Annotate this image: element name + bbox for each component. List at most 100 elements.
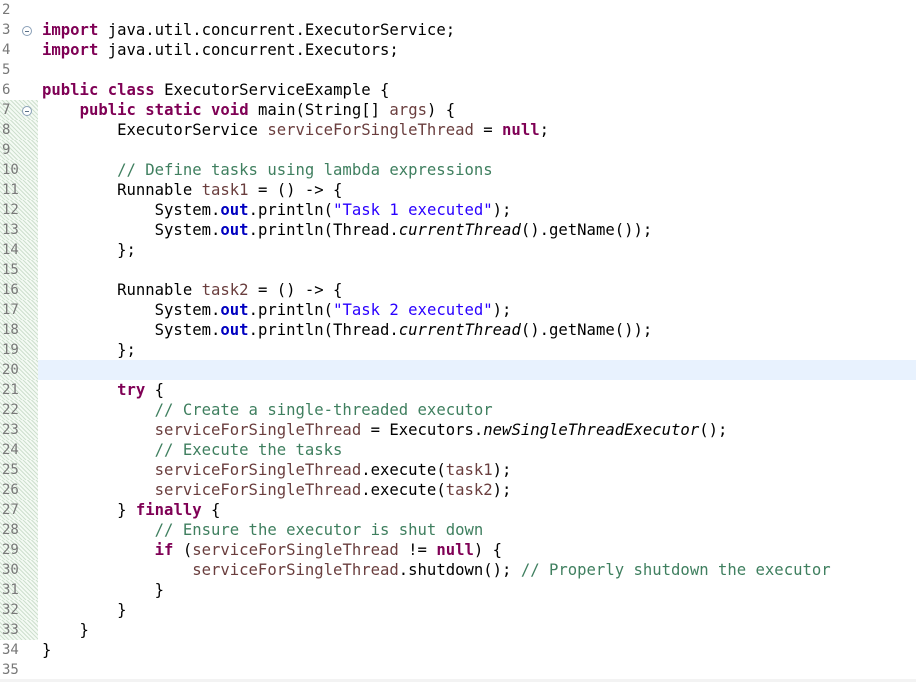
code-line[interactable]: 28 // Ensure the executor is shut down (0, 520, 916, 540)
code-text: import java.util.concurrent.Executors; (42, 41, 399, 59)
line-number: 34 (2, 642, 19, 658)
line-number-gutter: 23 (0, 420, 38, 440)
line-number: 10 (2, 162, 19, 178)
code-line[interactable]: 31 } (0, 580, 916, 600)
line-number: 18 (2, 322, 19, 338)
code-text: // Execute the tasks (154, 441, 343, 459)
code-line[interactable]: 29 if (serviceForSingleThread != null) { (0, 540, 916, 560)
line-number: 14 (2, 242, 19, 258)
code-text: serviceForSingleThread = Executors.newSi… (154, 421, 728, 439)
code-line[interactable]: 10 // Define tasks using lambda expressi… (0, 160, 916, 180)
line-number-gutter: 13 (0, 220, 38, 240)
code-text: serviceForSingleThread.shutdown(); // Pr… (192, 561, 831, 579)
line-number: 30 (2, 562, 19, 578)
code-text: if (serviceForSingleThread != null) { (154, 541, 503, 559)
line-number-gutter: 14 (0, 240, 38, 260)
code-line[interactable]: 18 System.out.println(Thread.currentThre… (0, 320, 916, 340)
code-editor[interactable]: 2 3 import java.util.concurrent.ExecutorSe… (0, 0, 916, 682)
code-line[interactable]: 9 (0, 140, 916, 160)
line-number-gutter: 29 (0, 540, 38, 560)
line-number-gutter: 34 (0, 640, 38, 660)
code-line[interactable]: 17 System.out.println("Task 2 executed")… (0, 300, 916, 320)
line-number-gutter: 33 (0, 620, 38, 640)
code-line[interactable]: 32 } (0, 600, 916, 620)
line-number: 2 (2, 2, 11, 18)
line-number: 23 (2, 422, 19, 438)
line-number-gutter: 35 (0, 660, 38, 680)
line-number-gutter: 32 (0, 600, 38, 620)
code-line[interactable]: 4 import java.util.concurrent.Executors; (0, 40, 916, 60)
code-line[interactable]: 33 } (0, 620, 916, 640)
collapse-fold-icon[interactable] (22, 26, 32, 36)
code-text: }; (42, 241, 136, 259)
line-number-gutter: 31 (0, 580, 38, 600)
code-line[interactable]: 30 serviceForSingleThread.shutdown(); //… (0, 560, 916, 580)
line-number-gutter: 20 (0, 360, 38, 380)
line-number: 15 (2, 262, 19, 278)
line-number: 28 (2, 522, 19, 538)
line-number: 32 (2, 602, 19, 618)
code-line[interactable]: 34} (0, 640, 916, 660)
code-text: System.out.println(Thread.currentThread(… (42, 221, 653, 239)
code-line[interactable]: 21 try { (0, 380, 916, 400)
line-number: 22 (2, 402, 19, 418)
code-text: } (42, 581, 165, 599)
code-line[interactable]: 2 (0, 0, 916, 20)
code-line[interactable]: 3 import java.util.concurrent.ExecutorSer… (0, 20, 916, 40)
line-number: 5 (2, 62, 11, 78)
line-number-gutter: 5 (0, 60, 38, 80)
code-text: // Create a single-threaded executor (154, 401, 493, 419)
line-number-gutter: 15 (0, 260, 38, 280)
code-text: // Ensure the executor is shut down (154, 521, 484, 539)
code-line[interactable]: 16 Runnable task2 = () -> { (0, 280, 916, 300)
line-number: 21 (2, 382, 19, 398)
code-text: } (42, 641, 52, 659)
line-number-gutter: 22 (0, 400, 38, 420)
code-line[interactable]: 11 Runnable task1 = () -> { (0, 180, 916, 200)
line-number: 35 (2, 662, 19, 678)
code-text: } finally { (42, 501, 221, 519)
code-line[interactable]: 19 }; (0, 340, 916, 360)
code-line[interactable]: 15 (0, 260, 916, 280)
line-number-gutter: 28 (0, 520, 38, 540)
code-text: }; (42, 341, 136, 359)
line-number: 27 (2, 502, 19, 518)
collapse-fold-icon[interactable] (22, 106, 32, 116)
code-line[interactable]: 6 public class ExecutorServiceExample { (0, 80, 916, 100)
code-text: public class ExecutorServiceExample { (42, 81, 390, 99)
code-text: // Define tasks using lambda expressions (117, 161, 493, 179)
code-line[interactable]: 27 } finally { (0, 500, 916, 520)
code-line[interactable]: 7 public static void main(String[] args)… (0, 100, 916, 120)
line-number-gutter: 17 (0, 300, 38, 320)
line-number: 33 (2, 622, 19, 638)
code-line[interactable]: 25 serviceForSingleThread.execute(task1)… (0, 460, 916, 480)
code-line[interactable]: 23 serviceForSingleThread = Executors.ne… (0, 420, 916, 440)
line-number-gutter: 10 (0, 160, 38, 180)
line-number-gutter: 12 (0, 200, 38, 220)
code-line[interactable]: 22 // Create a single-threaded executor (0, 400, 916, 420)
line-number-gutter: 9 (0, 140, 38, 160)
code-text: } (42, 601, 127, 619)
line-number: 9 (2, 142, 11, 158)
line-number-gutter: 26 (0, 480, 38, 500)
line-number: 19 (2, 342, 19, 358)
code-line[interactable]: 35 (0, 660, 916, 680)
line-number-gutter: 8 (0, 120, 38, 140)
line-number-gutter: 3 (0, 20, 38, 40)
line-number: 17 (2, 302, 19, 318)
code-line[interactable]: 24 // Execute the tasks (0, 440, 916, 460)
code-text: } (42, 621, 89, 639)
code-line[interactable]: 5 (0, 60, 916, 80)
code-line[interactable]: 12 System.out.println("Task 1 executed")… (0, 200, 916, 220)
code-line[interactable]: 26 serviceForSingleThread.execute(task2)… (0, 480, 916, 500)
code-text: import java.util.concurrent.ExecutorServ… (42, 21, 456, 39)
code-line[interactable]: 20 (0, 360, 916, 380)
code-text: Runnable task1 = () -> { (42, 181, 343, 199)
line-number-gutter: 18 (0, 320, 38, 340)
code-line[interactable]: 14 }; (0, 240, 916, 260)
code-line[interactable]: 8 ExecutorService serviceForSingleThread… (0, 120, 916, 140)
line-number: 25 (2, 462, 19, 478)
code-text: System.out.println(Thread.currentThread(… (42, 321, 653, 339)
code-text: serviceForSingleThread.execute(task1); (154, 461, 512, 479)
code-line[interactable]: 13 System.out.println(Thread.currentThre… (0, 220, 916, 240)
